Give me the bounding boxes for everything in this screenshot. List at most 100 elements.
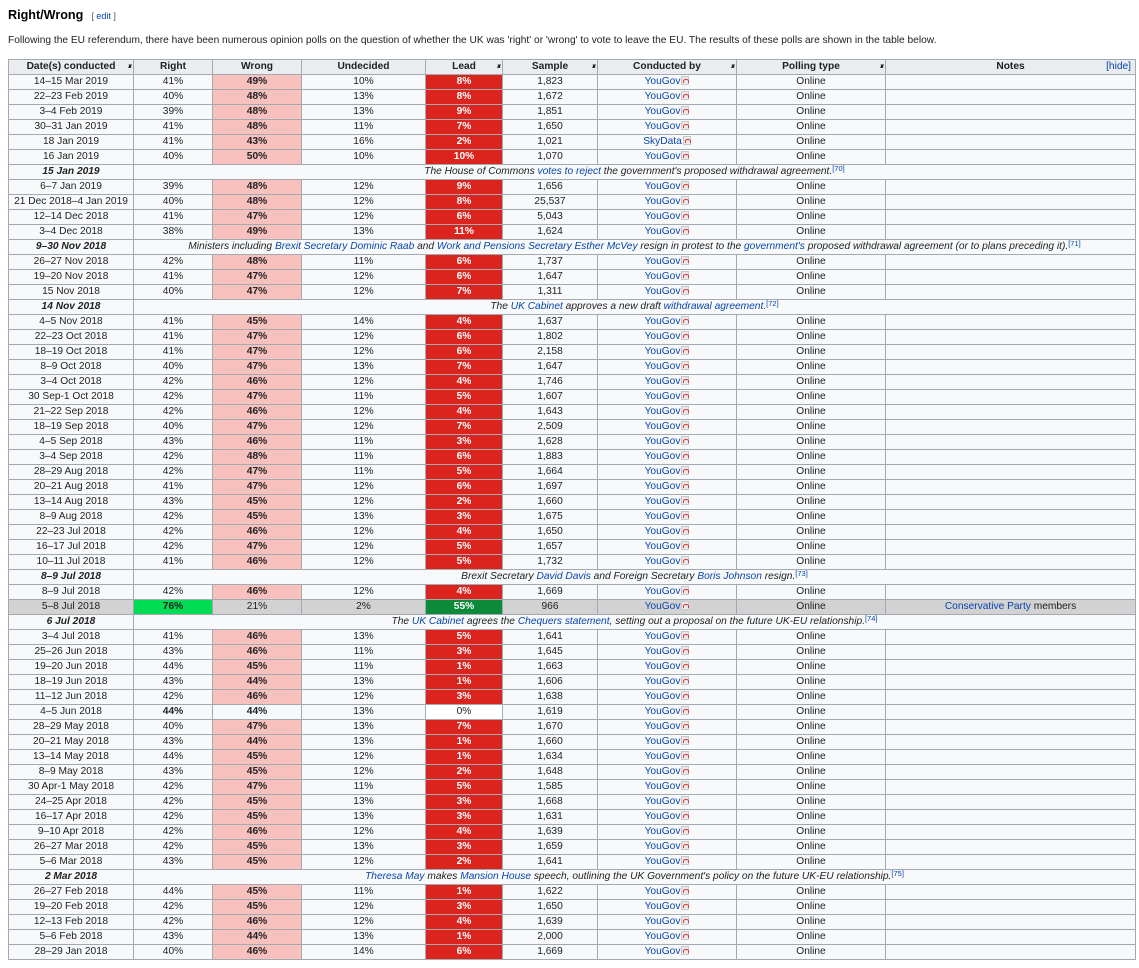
pollster-link[interactable]: YouGov: [645, 496, 681, 507]
pollster-link[interactable]: YouGov: [645, 691, 681, 702]
pollster-link[interactable]: YouGov: [645, 391, 681, 402]
col-polling-type-header[interactable]: Polling type: [736, 59, 886, 75]
pollster-link[interactable]: YouGov: [645, 511, 681, 522]
pollster-link[interactable]: YouGov: [645, 271, 681, 282]
event-link[interactable]: Brexit Secretary: [275, 241, 347, 252]
pollster-link[interactable]: SkyData: [643, 136, 682, 147]
pollster-link[interactable]: YouGov: [645, 796, 681, 807]
pollster-link[interactable]: YouGov: [645, 76, 681, 87]
cell-undecided: 12%: [301, 419, 426, 435]
pollster-link[interactable]: YouGov: [645, 151, 681, 162]
pollster-link[interactable]: YouGov: [645, 481, 681, 492]
event-link[interactable]: withdrawal agreement: [664, 301, 764, 312]
pollster-link[interactable]: YouGov: [645, 721, 681, 732]
citation-ref[interactable]: [70]: [832, 166, 845, 174]
pollster-link[interactable]: YouGov: [645, 826, 681, 837]
event-link[interactable]: Boris Johnson: [697, 571, 762, 582]
event-link[interactable]: David Davis: [536, 571, 590, 582]
pollster-link[interactable]: YouGov: [645, 676, 681, 687]
cell-notes: [885, 719, 1136, 735]
cell-date: 3–4 Oct 2018: [8, 374, 134, 390]
pollster-link[interactable]: YouGov: [645, 196, 681, 207]
cell-conducted-by: YouGov: [597, 179, 737, 195]
pollster-link[interactable]: YouGov: [645, 781, 681, 792]
pollster-link[interactable]: YouGov: [645, 421, 681, 432]
pollster-link[interactable]: YouGov: [645, 211, 681, 222]
pollster-link[interactable]: YouGov: [645, 406, 681, 417]
event-link[interactable]: UK Cabinet: [511, 301, 563, 312]
cell-undecided: 11%: [301, 254, 426, 270]
pollster-link[interactable]: YouGov: [645, 526, 681, 537]
cell-notes: [885, 269, 1136, 285]
cell-right: 41%: [133, 134, 213, 150]
cell-undecided: 14%: [301, 944, 426, 960]
pollster-link[interactable]: YouGov: [645, 226, 681, 237]
col-undecided-header[interactable]: Undecided: [301, 59, 426, 75]
pollster-link[interactable]: YouGov: [645, 631, 681, 642]
event-link[interactable]: government's: [744, 241, 805, 252]
citation-ref[interactable]: [74]: [865, 616, 878, 624]
pollster-link[interactable]: YouGov: [645, 181, 681, 192]
pollster-link[interactable]: YouGov: [645, 316, 681, 327]
pollster-link[interactable]: YouGov: [645, 856, 681, 867]
col-date-header[interactable]: Date(s) conducted: [8, 59, 134, 75]
pollster-link[interactable]: YouGov: [645, 601, 681, 612]
pollster-link[interactable]: YouGov: [645, 286, 681, 297]
pollster-link[interactable]: YouGov: [645, 841, 681, 852]
pollster-link[interactable]: YouGov: [645, 436, 681, 447]
cell-notes: [885, 884, 1136, 900]
citation-ref[interactable]: [71]: [1068, 241, 1081, 249]
pollster-link[interactable]: YouGov: [645, 931, 681, 942]
pollster-link[interactable]: YouGov: [645, 916, 681, 927]
pollster-link[interactable]: YouGov: [645, 901, 681, 912]
citation-ref[interactable]: [75]: [891, 871, 904, 879]
pollster-link[interactable]: YouGov: [645, 661, 681, 672]
event-link[interactable]: UK Cabinet: [412, 616, 464, 627]
pollster-link[interactable]: YouGov: [645, 556, 681, 567]
pollster-link[interactable]: YouGov: [645, 811, 681, 822]
edit-link[interactable]: edit: [96, 11, 111, 21]
notes-link[interactable]: Conservative Party: [945, 601, 1031, 612]
cell-right: 42%: [133, 524, 213, 540]
pollster-link[interactable]: YouGov: [645, 331, 681, 342]
pollster-link[interactable]: YouGov: [645, 946, 681, 957]
pollster-link[interactable]: YouGov: [645, 376, 681, 387]
col-right-header[interactable]: Right: [133, 59, 213, 75]
event-link[interactable]: Chequers statement: [518, 616, 610, 627]
citation-ref[interactable]: [72]: [766, 301, 779, 309]
citation-ref[interactable]: [73]: [795, 571, 808, 579]
event-link[interactable]: Esther McVey: [575, 241, 638, 252]
pollster-link[interactable]: YouGov: [645, 886, 681, 897]
pollster-link[interactable]: YouGov: [645, 706, 681, 717]
pollster-link[interactable]: YouGov: [645, 736, 681, 747]
event-link[interactable]: Work and Pensions Secretary: [437, 241, 572, 252]
pollster-link[interactable]: YouGov: [645, 766, 681, 777]
pollster-link[interactable]: YouGov: [645, 751, 681, 762]
pollster-link[interactable]: YouGov: [645, 106, 681, 117]
cell-sample: 1,737: [502, 254, 598, 270]
pollster-link[interactable]: YouGov: [645, 361, 681, 372]
pollster-link[interactable]: YouGov: [645, 451, 681, 462]
cell-notes: [885, 359, 1136, 375]
pollster-link[interactable]: YouGov: [645, 91, 681, 102]
pollster-link[interactable]: YouGov: [645, 586, 681, 597]
hide-toggle-link[interactable]: [hide]: [1106, 61, 1131, 72]
event-link[interactable]: Dominic Raab: [350, 241, 414, 252]
cell-right: 40%: [133, 719, 213, 735]
col-lead-header[interactable]: Lead: [425, 59, 503, 75]
pollster-link[interactable]: YouGov: [645, 121, 681, 132]
pollster-link[interactable]: YouGov: [645, 256, 681, 267]
col-sample-header[interactable]: Sample: [502, 59, 598, 75]
event-link[interactable]: Theresa May: [365, 871, 424, 882]
pollster-link[interactable]: YouGov: [645, 541, 681, 552]
pollster-link[interactable]: YouGov: [645, 646, 681, 657]
pollster-link[interactable]: YouGov: [645, 346, 681, 357]
section-heading: Right/Wrong [ edit ]: [8, 8, 116, 22]
col-conducted-by-header[interactable]: Conducted by: [597, 59, 737, 75]
event-link[interactable]: Mansion House: [460, 871, 531, 882]
col-wrong-header[interactable]: Wrong: [212, 59, 302, 75]
table-row: 28–29 Jan 2018 40% 46% 14% 6% 1,669 YouGov Onli…: [8, 944, 1136, 960]
pollster-link[interactable]: YouGov: [645, 466, 681, 477]
event-link[interactable]: votes to reject: [538, 166, 601, 177]
table-row: 22–23 Jul 2018 42% 46% 12% 4% 1,650 YouGov Onli…: [8, 524, 1136, 540]
